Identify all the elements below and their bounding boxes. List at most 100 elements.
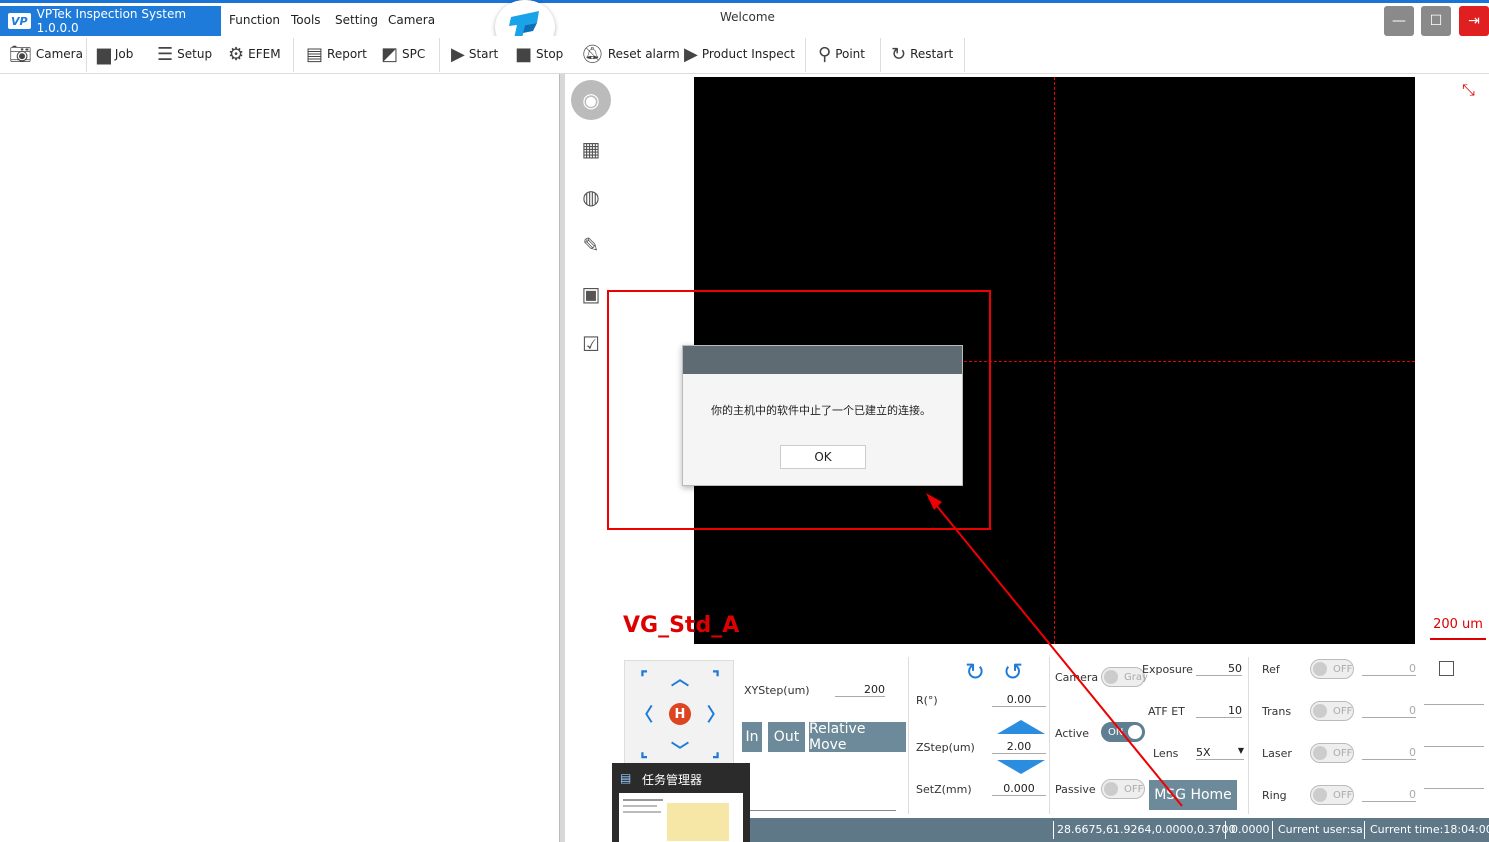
title-bar: VP VPTek Inspection System 1.0.0.0 Funct… [0, 0, 1489, 36]
move-down-right-icon[interactable]: ⌟ [701, 735, 731, 765]
move-left-icon[interactable]: 〈 [629, 699, 659, 729]
maximize-icon: ☐ [1429, 13, 1443, 29]
passive-label: Passive [1055, 783, 1096, 796]
task-manager-preview[interactable]: ▤ 任务管理器 [612, 763, 750, 842]
divider [1049, 657, 1050, 814]
trans-toggle[interactable]: OFF [1310, 701, 1354, 721]
status-bar: 28.6675,61.9264,0.0000,0.3700 0.0000 Cur… [750, 818, 1489, 842]
ring-field[interactable]: 0 [1362, 788, 1416, 802]
setz-label: SetZ(mm) [916, 783, 972, 796]
camera-ctrl-label: Camera [1055, 671, 1099, 684]
spc-label: SPC [402, 47, 426, 61]
play-icon: ▶ [451, 43, 465, 65]
divider [1225, 821, 1226, 839]
z-up-icon[interactable] [997, 720, 1045, 734]
rotate-ccw-icon[interactable]: ↺ [1003, 658, 1023, 686]
trans-label: Trans [1262, 705, 1292, 718]
efem-button[interactable]: ⚙ EFEM [228, 36, 281, 72]
ref-toggle[interactable]: OFF [1310, 659, 1354, 679]
left-panel [0, 74, 560, 842]
out-button[interactable]: Out [768, 722, 805, 752]
divider [86, 38, 87, 72]
atf-field[interactable]: 10 [1196, 704, 1242, 718]
relative-move-button[interactable]: Relative Move [809, 721, 906, 753]
job-label: Job [114, 47, 134, 61]
crosshair-horizontal [964, 361, 1415, 362]
camera-gray-toggle[interactable]: Gray [1101, 667, 1148, 687]
rotate-cw-icon[interactable]: ↻ [965, 658, 985, 686]
measure-tool-icon[interactable]: ✎ [571, 225, 611, 265]
z-down-icon[interactable] [997, 760, 1045, 774]
grid-icon[interactable]: ▦ [571, 129, 611, 169]
laser-toggle[interactable]: OFF [1310, 743, 1354, 763]
passive-toggle[interactable]: OFF [1101, 779, 1145, 799]
active-toggle[interactable]: ON [1101, 722, 1145, 742]
xystep-field[interactable]: 200 [835, 683, 885, 697]
trans-select[interactable] [1424, 704, 1484, 705]
ref-checkbox[interactable] [1439, 661, 1454, 676]
divider [439, 38, 440, 72]
task-manager-title: 任务管理器 [642, 773, 703, 787]
camera-view-icon[interactable]: ◉ [571, 80, 611, 120]
ring-select[interactable] [1424, 788, 1484, 789]
r-field[interactable]: 0.00 [992, 693, 1046, 707]
bell-off-icon: 🔕︎ [581, 43, 604, 65]
in-button[interactable]: In [742, 722, 762, 752]
msg-home-button[interactable]: MSG Home [1149, 780, 1237, 810]
camera-icon: 📷︎ [9, 43, 32, 65]
job-button[interactable]: ▆ Job [97, 36, 133, 72]
scale-bar: 200 um [1430, 617, 1486, 640]
app-title-text: VPTek Inspection System 1.0.0.0 [36, 7, 187, 35]
move-right-icon[interactable]: 〉 [701, 699, 731, 729]
lens-select[interactable]: 5X ▼ [1196, 746, 1244, 760]
ref-field[interactable]: 0 [1362, 662, 1416, 676]
move-down-icon[interactable]: ﹀ [665, 735, 695, 765]
exit-button[interactable]: ⇥ [1459, 6, 1489, 36]
checklist-icon[interactable]: ☑ [571, 324, 611, 364]
report-button[interactable]: ▤ Report [306, 36, 367, 72]
setup-button[interactable]: ☰ Setup [157, 36, 212, 72]
move-up-left-icon[interactable]: ⌜ [629, 663, 659, 693]
laser-field[interactable]: 0 [1362, 746, 1416, 760]
divider [293, 38, 294, 72]
move-up-right-icon[interactable]: ⌝ [701, 663, 731, 693]
move-down-left-icon[interactable]: ⌞ [629, 735, 659, 765]
reset-alarm-label: Reset alarm [607, 47, 680, 61]
panel-splitter[interactable] [559, 74, 565, 842]
vptek-logo-icon: VP [8, 13, 31, 29]
atf-label: ATF ET [1148, 705, 1185, 718]
product-inspect-button[interactable]: ▶ Product Inspect [684, 36, 795, 72]
restart-icon: ↻ [891, 43, 907, 65]
wafer-map-icon[interactable]: ◍ [571, 177, 611, 217]
collapse-icon[interactable]: ⤡ [1462, 80, 1475, 100]
setz-field[interactable]: 0.000 [992, 782, 1046, 796]
home-button[interactable]: H [669, 703, 691, 725]
menu-function[interactable]: Function [229, 13, 280, 27]
image-icon[interactable]: ▣ [571, 274, 611, 314]
minimize-button[interactable]: — [1384, 6, 1414, 36]
exposure-field[interactable]: 50 [1196, 662, 1242, 676]
stop-button[interactable]: ■ Stop [515, 36, 563, 72]
move-up-icon[interactable]: ︿ [665, 663, 695, 693]
active-label: Active [1055, 727, 1090, 740]
welcome-text: Welcome [720, 10, 775, 24]
ring-toggle[interactable]: OFF [1310, 785, 1354, 805]
restart-button[interactable]: ↻ Restart [891, 36, 953, 72]
divider [880, 38, 881, 72]
menu-setting[interactable]: Setting [335, 13, 378, 27]
zstep-field[interactable]: 2.00 [992, 740, 1046, 754]
camera-button[interactable]: 📷︎ Camera [9, 36, 83, 72]
start-button[interactable]: ▶ Start [451, 36, 498, 72]
maximize-button[interactable]: ☐ [1421, 6, 1451, 36]
task-manager-thumbnail [619, 793, 743, 842]
stop-icon: ■ [515, 43, 533, 65]
location-pin-icon: ⚲ [818, 43, 832, 65]
menu-camera[interactable]: Camera [388, 13, 435, 27]
spc-button[interactable]: ◩ SPC [381, 36, 425, 72]
menu-tools[interactable]: Tools [291, 13, 321, 27]
efem-label: EFEM [248, 47, 281, 61]
laser-select[interactable] [1424, 746, 1484, 747]
reset-alarm-button[interactable]: 🔕︎ Reset alarm [581, 36, 680, 72]
point-button[interactable]: ⚲ Point [818, 36, 865, 72]
trans-field[interactable]: 0 [1362, 704, 1416, 718]
